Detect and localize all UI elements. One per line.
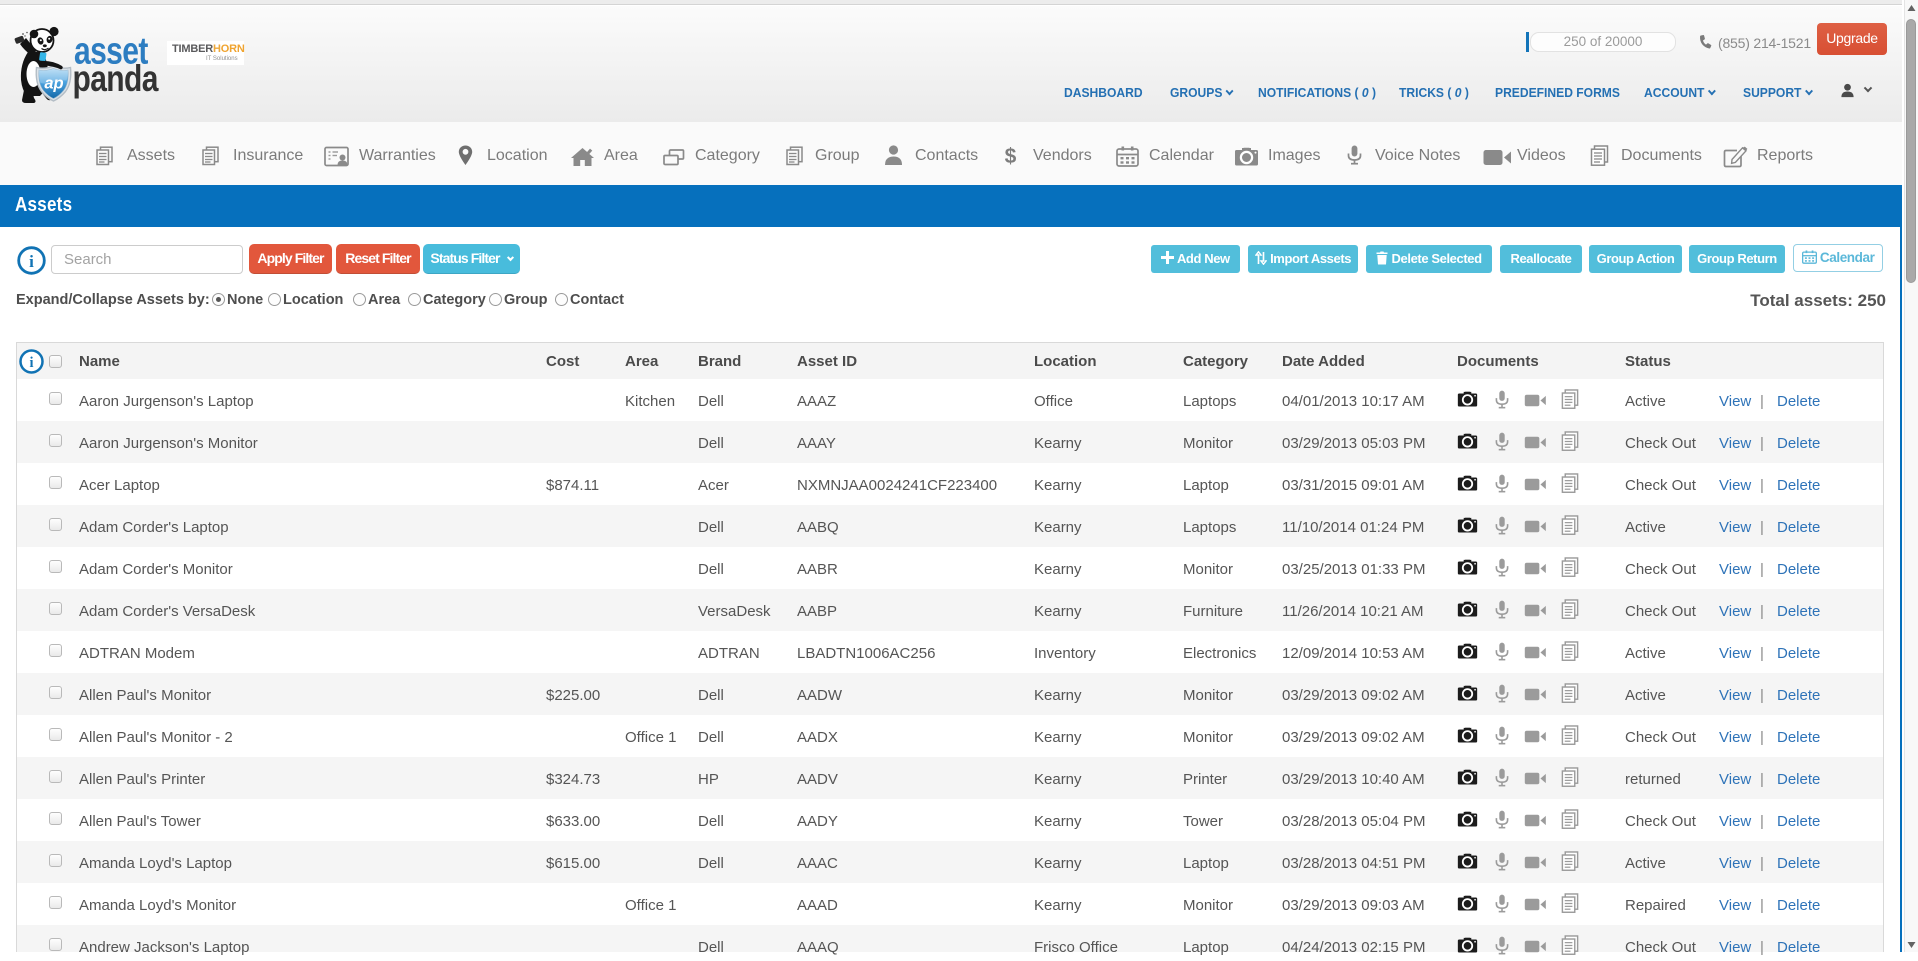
svg-text:i: i [29, 355, 33, 371]
svg-text:$: $ [1005, 145, 1017, 167]
svg-text:ap: ap [44, 75, 63, 93]
svg-text:i: i [29, 252, 34, 271]
